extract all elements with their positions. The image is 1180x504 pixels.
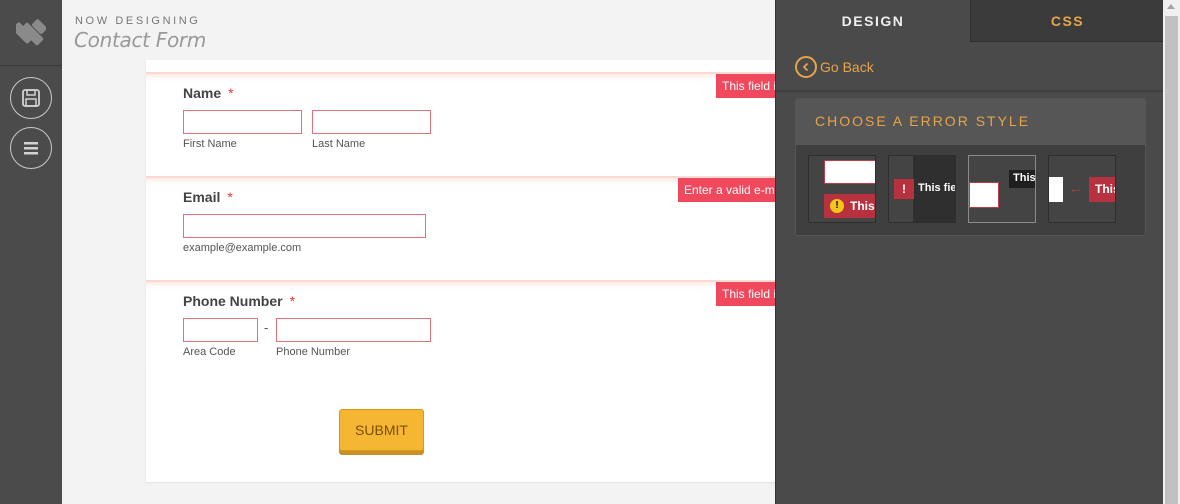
phone-label: Phone Number * <box>183 293 296 309</box>
email-field-row[interactable]: Email * example@example.com Enter a valid… <box>146 176 786 280</box>
required-marker: * <box>227 189 233 205</box>
menu-button[interactable] <box>10 127 52 169</box>
go-back-link[interactable]: Go Back <box>795 56 874 78</box>
error-style-header: CHOOSE A ERROR STYLE <box>796 99 1145 145</box>
scrollbar-thumb[interactable] <box>1165 16 1178 504</box>
error-style-option-1[interactable]: ! This <box>808 155 876 223</box>
exclamation-icon: ! <box>894 179 914 199</box>
sample-error-bar: This <box>1009 170 1035 188</box>
area-code-sublabel: Area Code <box>183 346 236 358</box>
save-button[interactable] <box>10 77 52 119</box>
error-style-option-3[interactable]: This <box>968 155 1036 223</box>
warning-icon: ! <box>830 199 844 213</box>
back-arrow-icon <box>795 56 817 78</box>
go-back-label: Go Back <box>820 59 874 75</box>
form-canvas: Name * First Name Last Name This field i … <box>146 60 786 482</box>
first-name-input[interactable] <box>183 110 302 134</box>
name-error-tooltip: This field i <box>716 74 783 98</box>
logo-area <box>0 0 62 66</box>
required-marker: * <box>228 85 234 101</box>
required-marker: * <box>289 293 296 309</box>
name-label: Name * <box>183 85 234 101</box>
first-name-sublabel: First Name <box>183 138 237 150</box>
left-rail <box>0 0 62 504</box>
last-name-input[interactable] <box>312 110 431 134</box>
now-designing-label: NOW DESIGNING <box>75 15 201 27</box>
app-logo-icon[interactable] <box>16 16 46 50</box>
tab-css[interactable]: CSS <box>970 0 1164 42</box>
phone-error-tooltip: This field i <box>716 282 783 306</box>
area-code-input[interactable] <box>183 318 258 342</box>
email-label: Email * <box>183 189 233 205</box>
error-style-chooser: CHOOSE A ERROR STYLE ! This ! This fie T… <box>795 98 1146 236</box>
error-style-option-2[interactable]: ! This fie <box>888 155 956 223</box>
sample-input <box>824 160 875 184</box>
phone-field-row[interactable]: Phone Number * - Area Code Phone Number T… <box>146 280 786 372</box>
design-panel: DESIGN CSS Go Back CHOOSE A ERROR STYLE … <box>775 0 1164 504</box>
sample-input <box>969 182 999 208</box>
error-style-title: CHOOSE A ERROR STYLE <box>815 113 1031 129</box>
email-sublabel: example@example.com <box>183 242 302 254</box>
left-arrow-icon: ← <box>1069 180 1083 196</box>
email-error-tooltip: Enter a valid e-m <box>678 178 781 202</box>
email-input[interactable] <box>183 214 426 238</box>
save-icon <box>22 89 40 107</box>
phone-number-input[interactable] <box>276 318 431 342</box>
panel-divider <box>776 90 1164 92</box>
menu-icon <box>24 142 38 155</box>
tab-design[interactable]: DESIGN <box>776 0 970 42</box>
panel-tabs: DESIGN CSS <box>776 0 1164 42</box>
sample-input <box>1049 177 1063 202</box>
error-style-option-4[interactable]: ← This <box>1048 155 1116 223</box>
last-name-sublabel: Last Name <box>312 138 366 150</box>
sample-error-bar: This <box>1089 177 1115 202</box>
name-field-row[interactable]: Name * First Name Last Name This field i <box>146 72 786 164</box>
phone-dash: - <box>264 320 269 335</box>
vertical-scrollbar[interactable] <box>1163 0 1180 504</box>
submit-button[interactable]: SUBMIT <box>339 409 424 451</box>
sample-error-bar: ! This <box>824 194 875 218</box>
scroll-up-icon[interactable] <box>1167 4 1175 9</box>
form-title: Contact Form <box>74 28 207 52</box>
phone-number-sublabel: Phone Number <box>276 346 350 358</box>
